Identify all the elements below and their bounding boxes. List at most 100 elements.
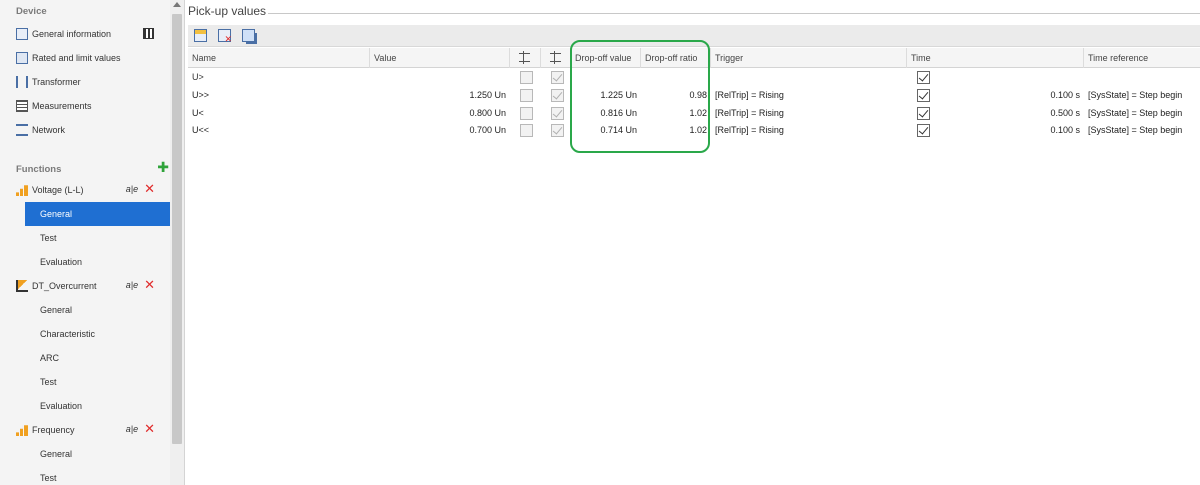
scroll-up-icon[interactable] (173, 2, 181, 7)
dropoff-toggle-checkbox[interactable] (551, 89, 564, 102)
cell-trigger[interactable]: [RelTrip] = Rising (711, 87, 907, 104)
rename-icon[interactable]: a|e (126, 184, 138, 194)
function-frequency[interactable]: Frequency a|e ✕ (0, 418, 171, 442)
sidebar-subitem-overcurrent-evaluation[interactable]: Evaluation (25, 394, 171, 418)
sidebar-item-network[interactable]: Network (0, 118, 171, 142)
sidebar-item-measurements[interactable]: Measurements (0, 94, 171, 118)
sidebar-item-general-information[interactable]: General information (0, 22, 171, 46)
function-dt-overcurrent[interactable]: DT_Overcurrent a|e ✕ (0, 274, 171, 298)
cell-time-reference[interactable]: [SysState] = Step begin (1084, 105, 1200, 122)
sidebar-scrollbar[interactable] (170, 0, 184, 485)
cell-time-reference[interactable]: [SysState] = Step begin (1084, 122, 1200, 139)
sidebar-item-label: General information (32, 29, 112, 39)
cell-time[interactable]: 0.500 s (928, 105, 1084, 122)
info-card-icon (16, 28, 28, 40)
cell-name[interactable]: U> (188, 69, 370, 86)
cell-trigger[interactable]: [RelTrip] = Rising (711, 69, 907, 86)
rename-icon[interactable]: a|e (126, 280, 138, 290)
sidebar-subitem-voltage-evaluation[interactable]: Evaluation (25, 250, 171, 274)
cell-name[interactable]: U>> (188, 87, 370, 104)
title-divider (268, 13, 1200, 14)
table-row[interactable]: U< 0.800 Un 0.816 Un 1.02 [RelTrip] = Ri… (188, 105, 1200, 122)
pickup-toggle-checkbox[interactable] (520, 124, 533, 137)
column-header-dropoff-ratio[interactable]: Drop-off ratio (641, 48, 711, 68)
column-header-toggle-b[interactable] (541, 48, 571, 68)
page-title: Pick-up values (188, 4, 271, 18)
sidebar-item-transformer[interactable]: Transformer (0, 70, 171, 94)
cell-dropoff-value[interactable]: 0.816 Un (571, 105, 641, 122)
pickup-toggle-checkbox[interactable] (520, 89, 533, 102)
sidebar-subitem-overcurrent-general[interactable]: General (25, 298, 171, 322)
sidebar-subitem-voltage-test[interactable]: Test (25, 226, 171, 250)
cell-name[interactable]: U< (188, 105, 370, 122)
sidebar: Device General information Rated and lim… (0, 0, 185, 485)
column-header-time[interactable]: Time (907, 48, 1084, 68)
bar-chart-icon (16, 425, 28, 436)
measurements-icon (16, 100, 28, 112)
sidebar-item-rated-and-limit-values[interactable]: Rated and limit values (0, 46, 171, 70)
bar-chart-icon (16, 185, 28, 196)
table-row[interactable]: U<< 0.700 Un 0.714 Un 1.02 [RelTrip] = R… (188, 122, 1200, 139)
cell-value[interactable]: 1.250 Un (370, 87, 510, 104)
dropoff-toggle-checkbox[interactable] (551, 107, 564, 120)
delete-row-icon[interactable]: ✕ (218, 29, 232, 44)
column-header-toggle-a[interactable] (510, 48, 541, 68)
column-header-time-reference[interactable]: Time reference (1084, 48, 1200, 68)
scrollbar-thumb[interactable] (172, 14, 182, 444)
pickup-toggle-checkbox[interactable] (520, 107, 533, 120)
functions-section-header: Functions (16, 164, 62, 175)
cell-name[interactable]: U<< (188, 122, 370, 139)
cell-dropoff-ratio[interactable]: 1.02 (641, 105, 711, 122)
delete-icon[interactable]: ✕ (144, 422, 155, 435)
add-function-icon[interactable]: ✚ (157, 159, 169, 176)
column-header-name[interactable]: Name (188, 48, 370, 68)
group-header: Pick-up values (186, 4, 1200, 22)
cell-trigger[interactable]: [RelTrip] = Rising (711, 105, 907, 122)
cell-dropoff-ratio[interactable]: 0.98 (641, 87, 711, 104)
cell-value[interactable]: 1.150 Un (370, 69, 510, 86)
device-section-header: Device (16, 6, 47, 17)
sidebar-subitem-voltage-general[interactable]: General (25, 202, 171, 226)
rated-values-icon (16, 52, 28, 64)
cell-time[interactable]: 0.750 s (928, 69, 1084, 86)
dropoff-toggle-checkbox[interactable] (551, 124, 564, 137)
delete-icon[interactable]: ✕ (144, 182, 155, 195)
table-row[interactable]: U>> 1.250 Un 1.225 Un 0.98 [RelTrip] = R… (188, 87, 1200, 104)
dropoff-toggle-checkbox[interactable] (551, 71, 564, 84)
cell-dropoff-ratio[interactable]: 1.02 (641, 122, 711, 139)
function-voltage-ll[interactable]: Voltage (L-L) a|e ✕ (0, 178, 171, 202)
sidebar-subitem-overcurrent-test[interactable]: Test (25, 370, 171, 394)
cell-time-reference[interactable]: [SysState] = Step begin (1084, 87, 1200, 104)
curve-chart-icon (16, 280, 28, 292)
function-label: Frequency (32, 425, 75, 435)
function-label: DT_Overcurrent (32, 281, 97, 291)
cell-dropoff-value[interactable]: 1.127 Un (571, 69, 641, 86)
cell-dropoff-ratio[interactable]: 0.98 (641, 69, 711, 86)
delete-icon[interactable]: ✕ (144, 278, 155, 291)
grid-header: Name Value Drop-off value Drop-off ratio… (188, 48, 1200, 68)
sidebar-subitem-frequency-test[interactable]: Test (25, 466, 171, 485)
cell-dropoff-value[interactable]: 1.225 Un (571, 87, 641, 104)
copy-row-icon[interactable] (242, 29, 255, 42)
cell-time[interactable]: 0.100 s (928, 87, 1084, 104)
column-header-value[interactable]: Value (370, 48, 510, 68)
cell-value[interactable]: 0.700 Un (370, 122, 510, 139)
transformer-icon (16, 76, 28, 88)
cell-time[interactable]: 0.100 s (928, 122, 1084, 139)
sidebar-item-label: Rated and limit values (32, 53, 121, 63)
add-row-icon[interactable] (194, 29, 207, 42)
cell-value[interactable]: 0.800 Un (370, 105, 510, 122)
rename-icon[interactable]: a|e (126, 424, 138, 434)
table-row[interactable]: U> 1.150 Un 1.127 Un 0.98 [RelTrip] = Ri… (188, 69, 1200, 86)
column-header-trigger[interactable]: Trigger (711, 48, 907, 68)
sidebar-subitem-overcurrent-characteristic[interactable]: Characteristic (25, 322, 171, 346)
sidebar-subitem-overcurrent-arc[interactable]: ARC (25, 346, 171, 370)
cell-trigger[interactable]: [RelTrip] = Rising (711, 122, 907, 139)
cell-dropoff-value[interactable]: 0.714 Un (571, 122, 641, 139)
main-panel: Pick-up values ✕ Name Value Drop-off val… (186, 0, 1200, 485)
sidebar-subitem-frequency-general[interactable]: General (25, 442, 171, 466)
cell-time-reference[interactable]: [SysState] = Step begin (1084, 69, 1200, 86)
function-label: Voltage (L-L) (32, 185, 84, 195)
column-header-dropoff-value[interactable]: Drop-off value (571, 48, 641, 68)
pickup-toggle-checkbox[interactable] (520, 71, 533, 84)
